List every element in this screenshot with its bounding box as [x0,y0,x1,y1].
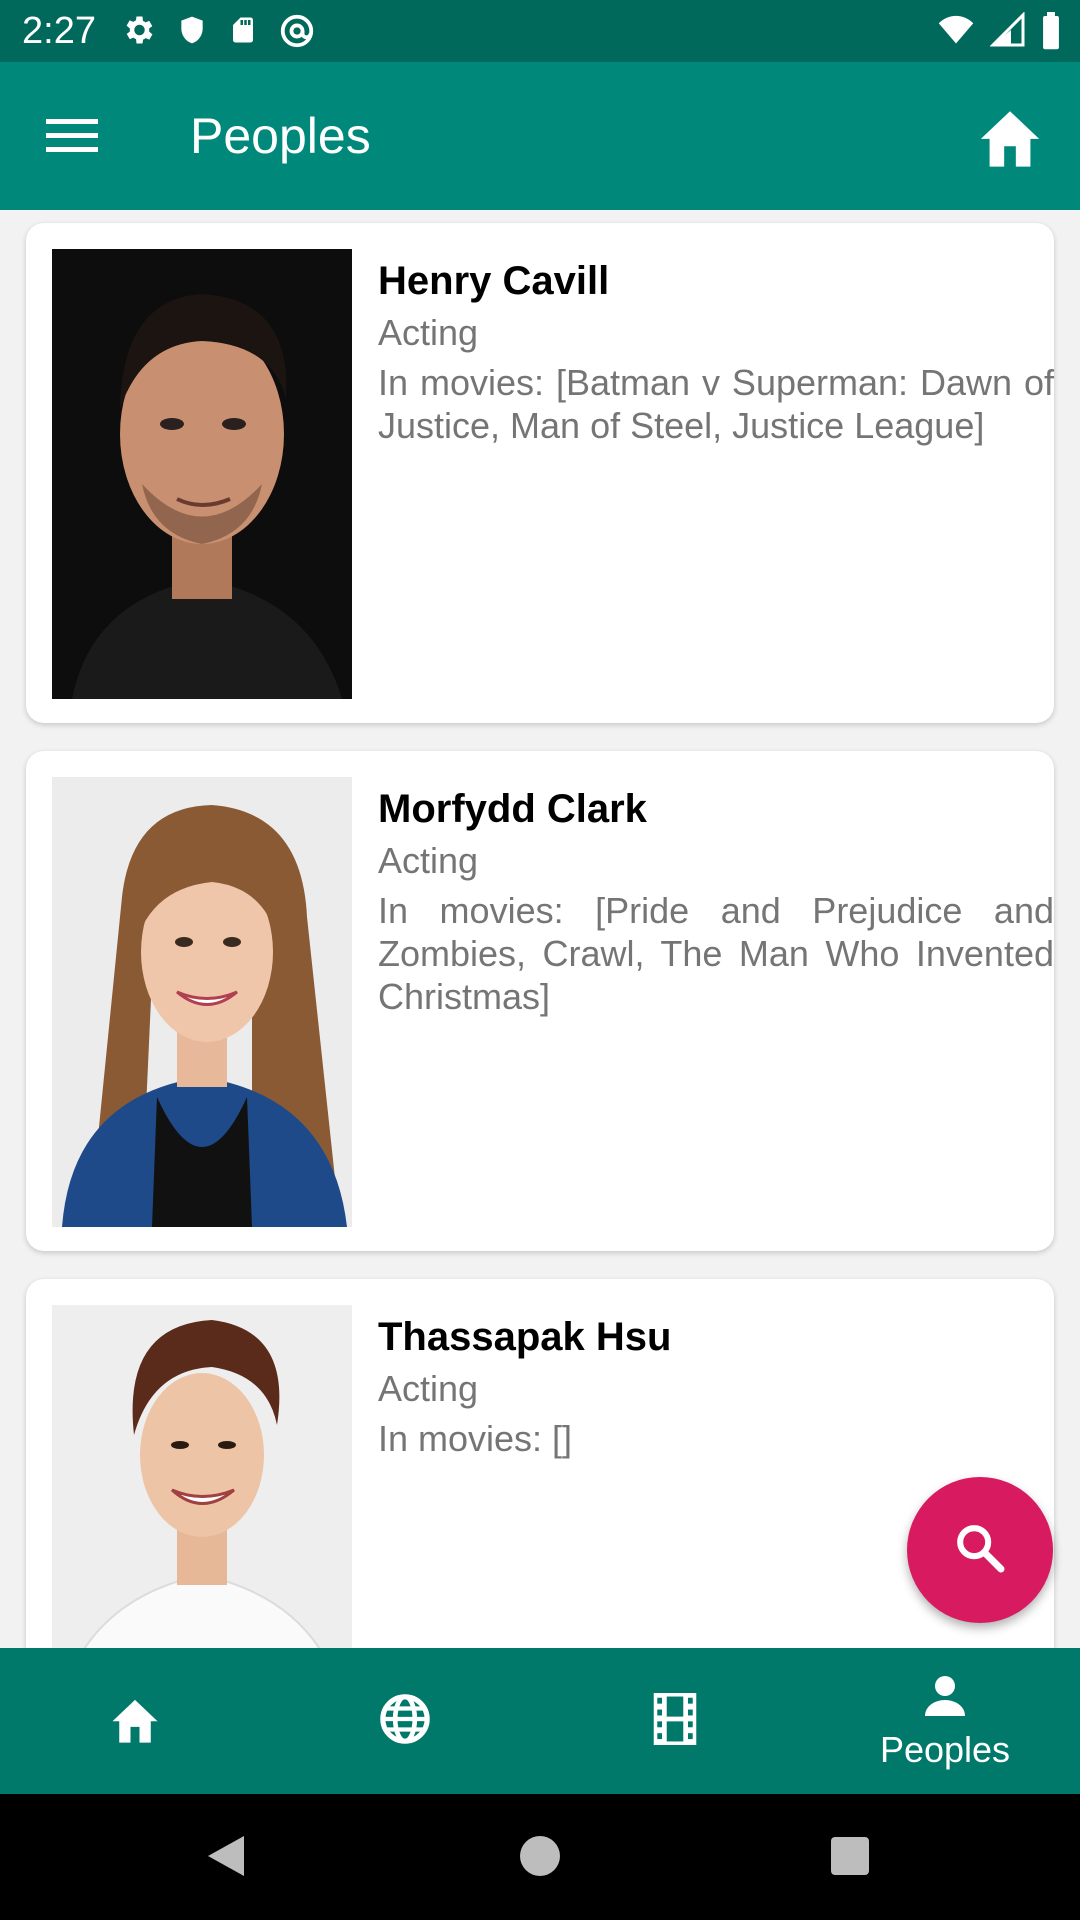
app-bar: Peoples [0,62,1080,210]
gear-icon [120,12,156,50]
person-department: Acting [378,312,479,353]
nav-item-world[interactable] [270,1648,540,1794]
search-icon [952,1520,1008,1581]
person-card[interactable]: Henry Cavill Acting In movies: [Batman v… [26,223,1054,723]
page-title: Peoples [190,108,371,164]
home-action-button[interactable] [970,98,1050,178]
person-movies: In movies: [Batman v Superman: Dawn of J… [378,362,1054,446]
at-sign-icon [278,12,316,50]
person-photo [52,249,352,699]
globe-icon [377,1691,433,1752]
person-department: Acting [378,1368,479,1409]
back-button[interactable] [198,1830,254,1886]
status-icons-left [120,12,316,50]
screen: 2:27 Peoples Henry Cavill Acting In movi… [0,0,1080,1920]
person-movies: In movies: [Pride and Prejudice and Zomb… [378,890,1054,1017]
person-photo [52,1305,352,1648]
people-list[interactable]: Henry Cavill Acting In movies: [Batman v… [0,210,1080,1648]
film-icon [652,1692,698,1750]
person-card[interactable]: Morfydd Clark Acting In movies: [Pride a… [26,751,1054,1251]
person-name: Thassapak Hsu [378,1315,672,1359]
recents-button[interactable] [822,1830,878,1886]
person-movies: In movies: [] [378,1418,573,1459]
bottom-navigation: Peoples [0,1648,1080,1794]
wifi-icon [936,12,976,50]
back-triangle-icon [204,1832,248,1885]
nav-label-peoples: Peoples [879,1728,1011,1770]
home-system-button[interactable] [512,1830,568,1886]
signal-icon [990,12,1026,50]
nav-item-home[interactable] [0,1648,270,1794]
status-time: 2:27 [22,10,96,52]
hamburger-menu-icon [46,116,98,161]
search-fab-button[interactable] [907,1477,1053,1623]
nav-item-peoples[interactable]: Peoples [810,1648,1080,1794]
person-card[interactable]: Thassapak Hsu Acting In movies: [] [26,1279,1054,1648]
home-circle-icon [518,1834,562,1883]
home-icon [975,105,1045,172]
sd-card-icon [228,12,258,50]
home-icon [108,1695,162,1748]
person-name: Morfydd Clark [378,787,647,831]
battery-icon [1040,12,1062,50]
status-bar: 2:27 [0,0,1080,62]
person-photo [52,777,352,1227]
nav-item-movies[interactable] [540,1648,810,1794]
person-icon [921,1672,969,1725]
person-department: Acting [378,840,479,881]
system-navigation-bar [0,1794,1080,1920]
status-icons-right [936,12,1062,50]
shield-icon [176,12,208,50]
person-name: Henry Cavill [378,259,610,303]
menu-button[interactable] [36,102,108,174]
recents-square-icon [829,1835,871,1882]
